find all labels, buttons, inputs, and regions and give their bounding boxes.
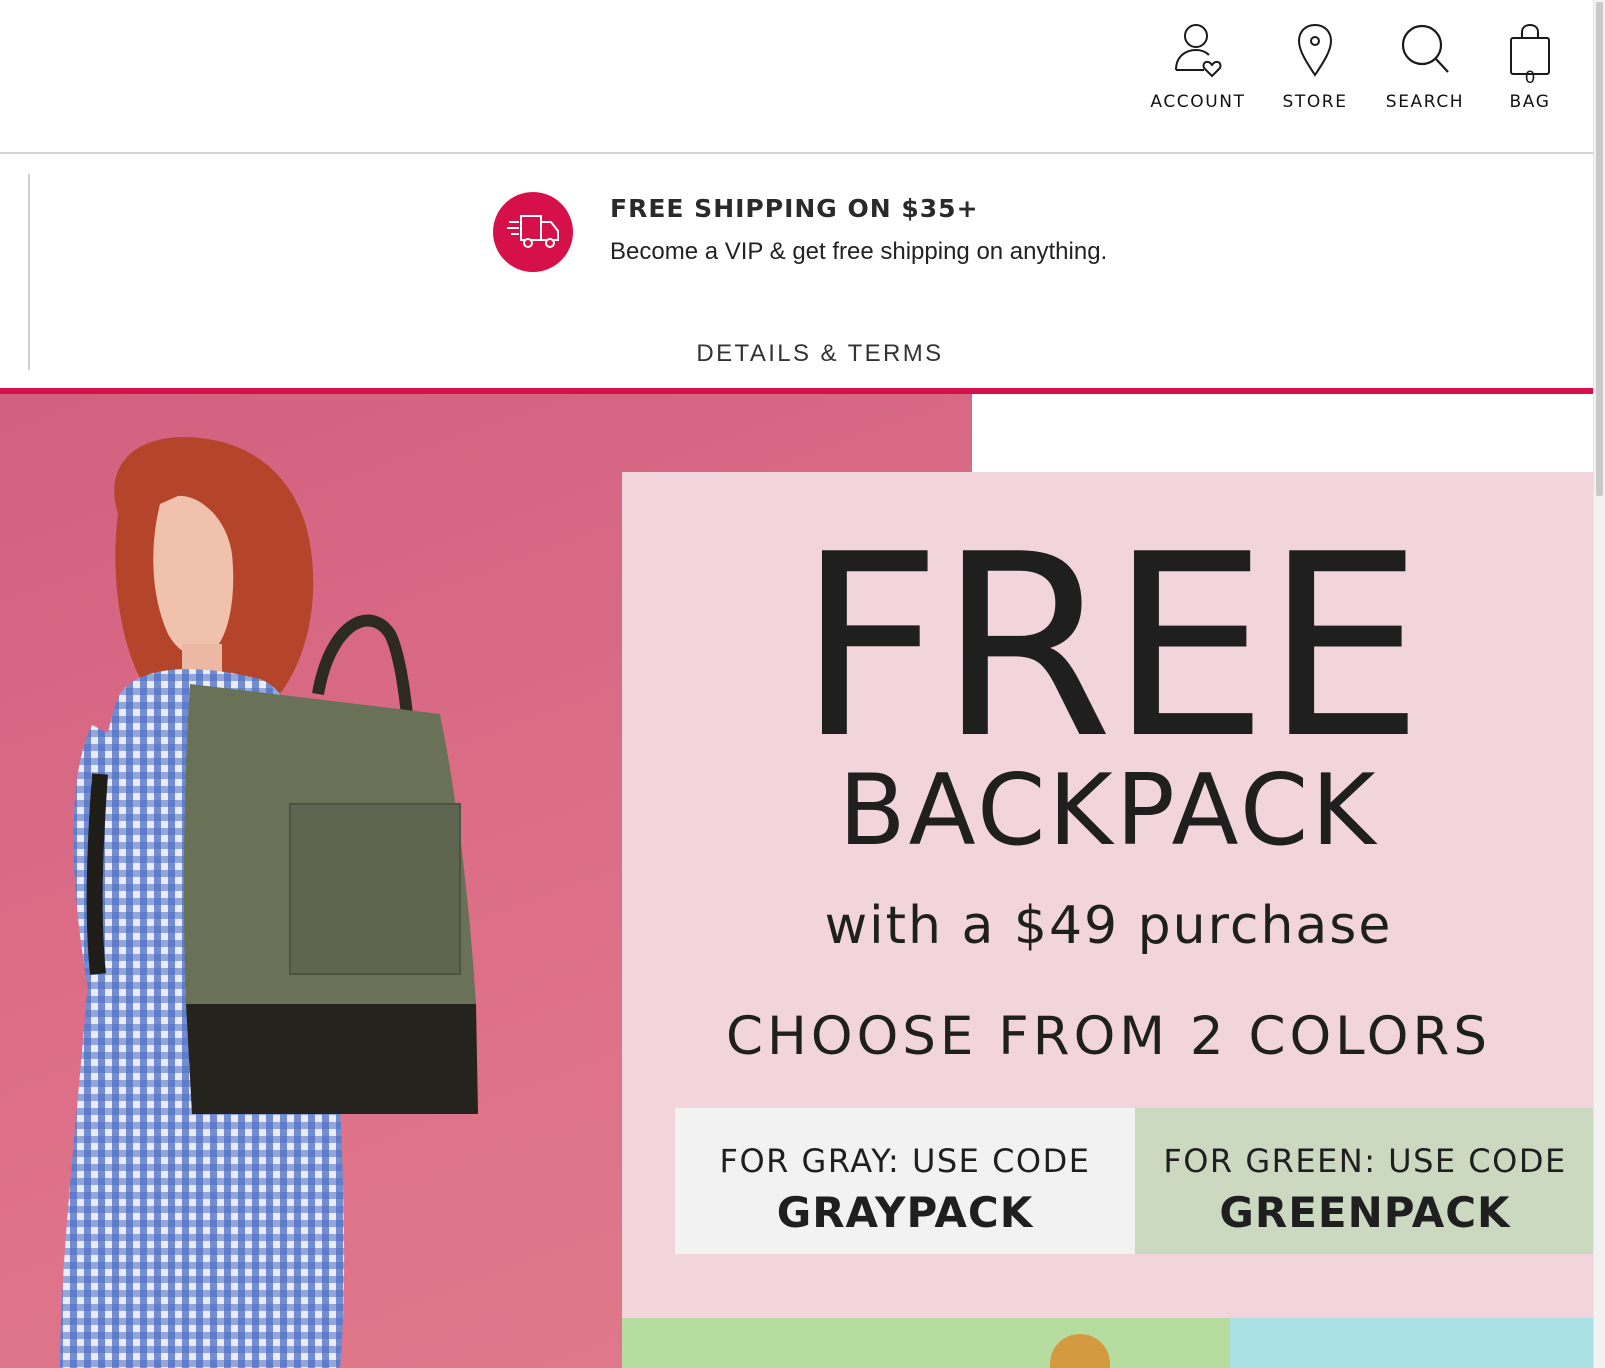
store-link[interactable]: STORE bbox=[1270, 22, 1360, 112]
page-scrollbar[interactable] bbox=[1593, 0, 1605, 1368]
purchase-condition: with a $49 purchase bbox=[824, 896, 1393, 956]
location-pin-icon bbox=[1297, 23, 1333, 77]
next-banner-left bbox=[622, 1318, 1230, 1368]
green-code-value: GREENPACK bbox=[1219, 1188, 1511, 1237]
site-header: ACCOUNT STORE SEARCH 0 BAG bbox=[0, 0, 1605, 154]
gray-code-value: GRAYPACK bbox=[776, 1188, 1034, 1237]
bag-label: BAG bbox=[1509, 92, 1551, 112]
promo-subtitle: Become a VIP & get free shipping on anyt… bbox=[610, 238, 1108, 265]
account-link[interactable]: ACCOUNT bbox=[1148, 22, 1248, 112]
account-icon bbox=[1175, 24, 1222, 78]
headline-backpack: BACKPACK bbox=[838, 754, 1379, 868]
bag-count: 0 bbox=[1524, 68, 1536, 88]
gray-code-label: FOR GRAY: USE CODE bbox=[719, 1142, 1091, 1180]
headline-free: FREE bbox=[797, 501, 1424, 794]
next-banner-right bbox=[1230, 1318, 1595, 1368]
choose-colors: CHOOSE FROM 2 COLORS bbox=[726, 1006, 1491, 1067]
hero-banner[interactable]: FREE BACKPACK with a $49 purchase CHOOSE… bbox=[0, 394, 1595, 1368]
shipping-banner: FREE SHIPPING ON $35+ Become a VIP & get… bbox=[0, 154, 1595, 390]
search-label: SEARCH bbox=[1385, 92, 1465, 112]
scrollbar-thumb[interactable] bbox=[1596, 2, 1603, 496]
promo-card: FREE BACKPACK with a $49 purchase CHOOSE… bbox=[622, 472, 1595, 1368]
truck-badge bbox=[493, 192, 573, 272]
search-link[interactable]: SEARCH bbox=[1377, 22, 1473, 112]
backpack-bottom bbox=[186, 1004, 478, 1114]
search-icon bbox=[1401, 24, 1449, 73]
gray-code-box: FOR GRAY: USE CODE GRAYPACK bbox=[675, 1108, 1135, 1254]
details-terms-link[interactable]: DETAILS & TERMS bbox=[0, 340, 1605, 368]
bag-link[interactable]: 0 BAG bbox=[1490, 22, 1570, 112]
promo-title: FREE SHIPPING ON $35+ bbox=[610, 194, 979, 223]
green-code-box: FOR GREEN: USE CODE GREENPACK bbox=[1135, 1108, 1595, 1254]
shorts-shape bbox=[60, 1154, 330, 1368]
green-code-label: FOR GREEN: USE CODE bbox=[1163, 1142, 1567, 1180]
model-photo bbox=[60, 437, 478, 1368]
account-label: ACCOUNT bbox=[1150, 92, 1246, 112]
delivery-truck-icon bbox=[507, 215, 559, 248]
shoulder-strap bbox=[86, 773, 108, 975]
store-label: STORE bbox=[1282, 92, 1348, 112]
